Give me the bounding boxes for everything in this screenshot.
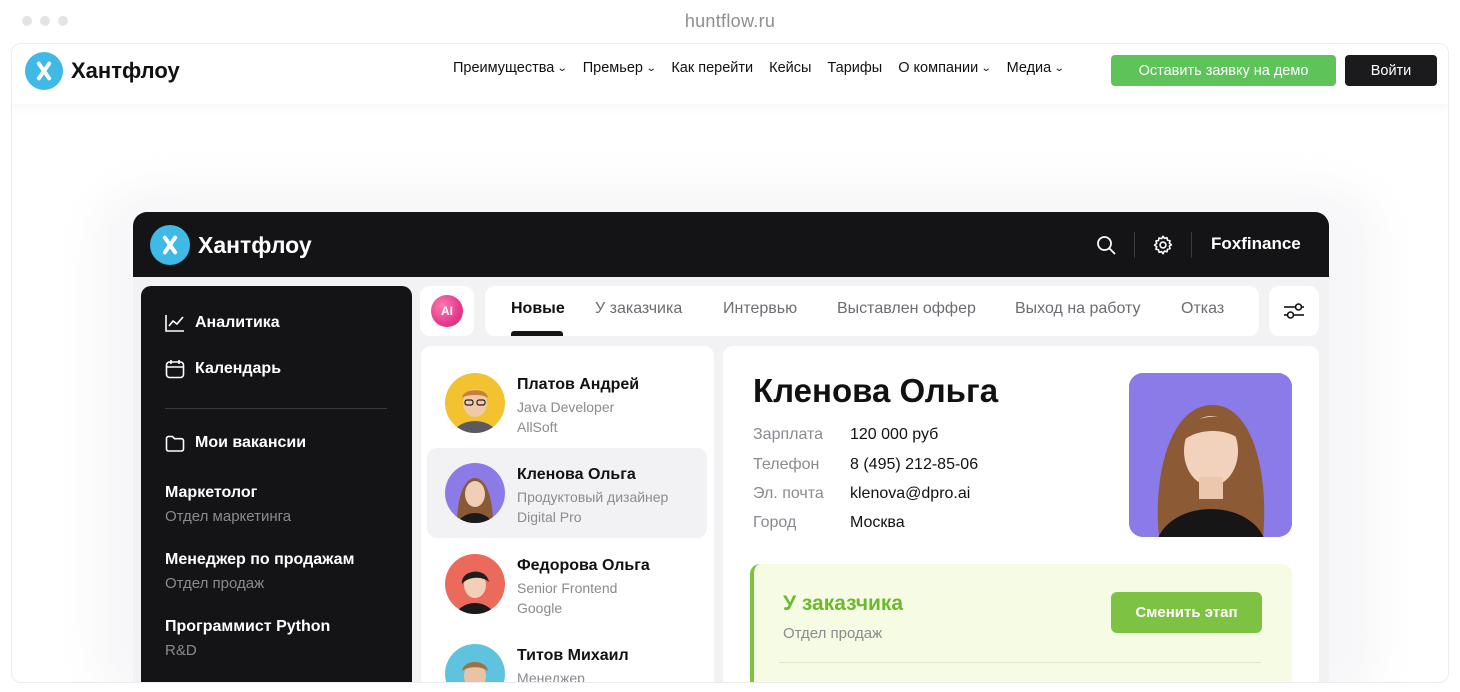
- app-logo: Хантфлоу: [150, 225, 312, 265]
- nav-item-how-to-switch[interactable]: Как перейти: [671, 60, 753, 76]
- detail-row-salary: Зарплата 120 000 руб: [753, 426, 939, 443]
- ai-icon: AI: [431, 295, 463, 327]
- site-logo-text: Хантфлоу: [71, 58, 180, 83]
- app-topbar: Хантфлоу Foxfinance: [133, 212, 1329, 277]
- calendar-icon: [165, 360, 185, 379]
- logo-x-icon: [25, 52, 63, 90]
- nav-item-about[interactable]: О компании ⌄: [898, 60, 992, 76]
- request-demo-button[interactable]: Оставить заявку на демо: [1111, 55, 1336, 86]
- tab-at-client[interactable]: У заказчика: [595, 300, 682, 318]
- tab-onboarding[interactable]: Выход на работу: [1015, 300, 1141, 318]
- nav-item-advantages[interactable]: Преимущества ⌄: [453, 60, 569, 76]
- nav-item-pricing[interactable]: Тарифы: [827, 60, 882, 76]
- divider: [1134, 232, 1135, 258]
- company-name[interactable]: Foxfinance: [1211, 234, 1301, 254]
- candidate-card[interactable]: Титов Михаил Менеджер: [427, 629, 707, 682]
- change-stage-button[interactable]: Сменить этап: [1111, 592, 1262, 633]
- avatar: [445, 644, 505, 682]
- candidate-card[interactable]: Федорова Ольга Senior Frontend Google: [427, 539, 707, 629]
- avatar: [445, 463, 505, 523]
- folder-icon: [165, 435, 185, 452]
- vacancy-item[interactable]: Маркетолог Отдел маркетинга: [165, 484, 291, 525]
- tab-offer[interactable]: Выставлен оффер: [837, 300, 976, 318]
- nav-item-premier[interactable]: Премьер ⌄: [583, 60, 657, 76]
- candidate-name-heading: Кленова Ольга: [753, 372, 999, 409]
- logo-x-icon: [150, 225, 190, 265]
- tab-rejected[interactable]: Отказ: [1181, 300, 1224, 318]
- detail-row-phone: Телефон 8 (495) 212-85-06: [753, 456, 979, 473]
- candidate-list: Платов Андрей Java Developer AllSoft Кле…: [421, 346, 714, 682]
- stage-tabs: Новые У заказчика Интервью Выставлен офф…: [485, 286, 1259, 336]
- chevron-down-icon: ⌄: [1053, 62, 1065, 74]
- site-header: Хантфлоу Преимущества ⌄ Премьер ⌄ Как пере…: [12, 44, 1448, 104]
- app-mockup: Хантфлоу Foxfinance Аналитика Календарь …: [133, 212, 1329, 682]
- divider: [1191, 232, 1192, 258]
- vacancy-item[interactable]: Программист Python R&D: [165, 618, 330, 659]
- avatar: [445, 554, 505, 614]
- ai-assistant-button[interactable]: AI: [420, 286, 474, 336]
- browser-chrome: huntflow.ru: [0, 0, 1460, 44]
- chevron-down-icon: ⌄: [645, 62, 657, 74]
- candidate-detail: Кленова Ольга Зарплата 120 000 руб Телеф…: [723, 346, 1319, 682]
- site-logo[interactable]: Хантфлоу: [25, 52, 180, 90]
- sidebar-item-my-vacancies[interactable]: Мои вакансии: [165, 434, 306, 452]
- current-stage-card: У заказчика Отдел продаж Сменить этап: [750, 564, 1292, 682]
- address-bar-url[interactable]: huntflow.ru: [0, 11, 1460, 32]
- sidebar-item-calendar[interactable]: Календарь: [165, 359, 281, 379]
- search-icon[interactable]: [1096, 235, 1116, 255]
- stage-divider: [779, 662, 1261, 663]
- nav-item-media[interactable]: Медиа ⌄: [1007, 60, 1065, 76]
- stage-department: Отдел продаж: [783, 625, 883, 642]
- avatar: [445, 373, 505, 433]
- sidebar-item-analytics[interactable]: Аналитика: [165, 314, 280, 332]
- chevron-down-icon: ⌄: [557, 62, 569, 74]
- gear-icon[interactable]: [1152, 234, 1174, 256]
- browser-viewport: Хантфлоу Преимущества ⌄ Премьер ⌄ Как пере…: [11, 43, 1449, 683]
- filter-sliders-icon: [1284, 303, 1304, 319]
- vacancy-item[interactable]: Менеджер по продажам Отдел продаж: [165, 551, 354, 592]
- detail-row-email: Эл. почта klenova@dpro.ai: [753, 485, 971, 502]
- nav-item-cases[interactable]: Кейсы: [769, 60, 811, 76]
- chevron-down-icon: ⌄: [980, 62, 992, 74]
- app-logo-text: Хантфлоу: [198, 231, 312, 258]
- sidebar-divider: [165, 408, 387, 409]
- stage-title: У заказчика: [783, 592, 904, 615]
- main-nav: Преимущества ⌄ Премьер ⌄ Как перейти Кейсы…: [453, 60, 1065, 76]
- tab-interview[interactable]: Интервью: [723, 300, 797, 318]
- login-button[interactable]: Войти: [1345, 55, 1437, 86]
- filter-button[interactable]: [1269, 286, 1319, 336]
- detail-row-city: Город Москва: [753, 514, 905, 531]
- app-sidebar: Аналитика Календарь Мои вакансии Маркето…: [141, 286, 412, 682]
- tab-new[interactable]: Новые: [511, 300, 565, 318]
- candidate-photo: [1129, 373, 1292, 537]
- candidate-card[interactable]: Платов Андрей Java Developer AllSoft: [427, 358, 707, 448]
- candidate-card-selected[interactable]: Кленова Ольга Продуктовый дизайнер Digit…: [427, 448, 707, 538]
- active-tab-indicator: [511, 331, 563, 336]
- chart-icon: [165, 315, 184, 332]
